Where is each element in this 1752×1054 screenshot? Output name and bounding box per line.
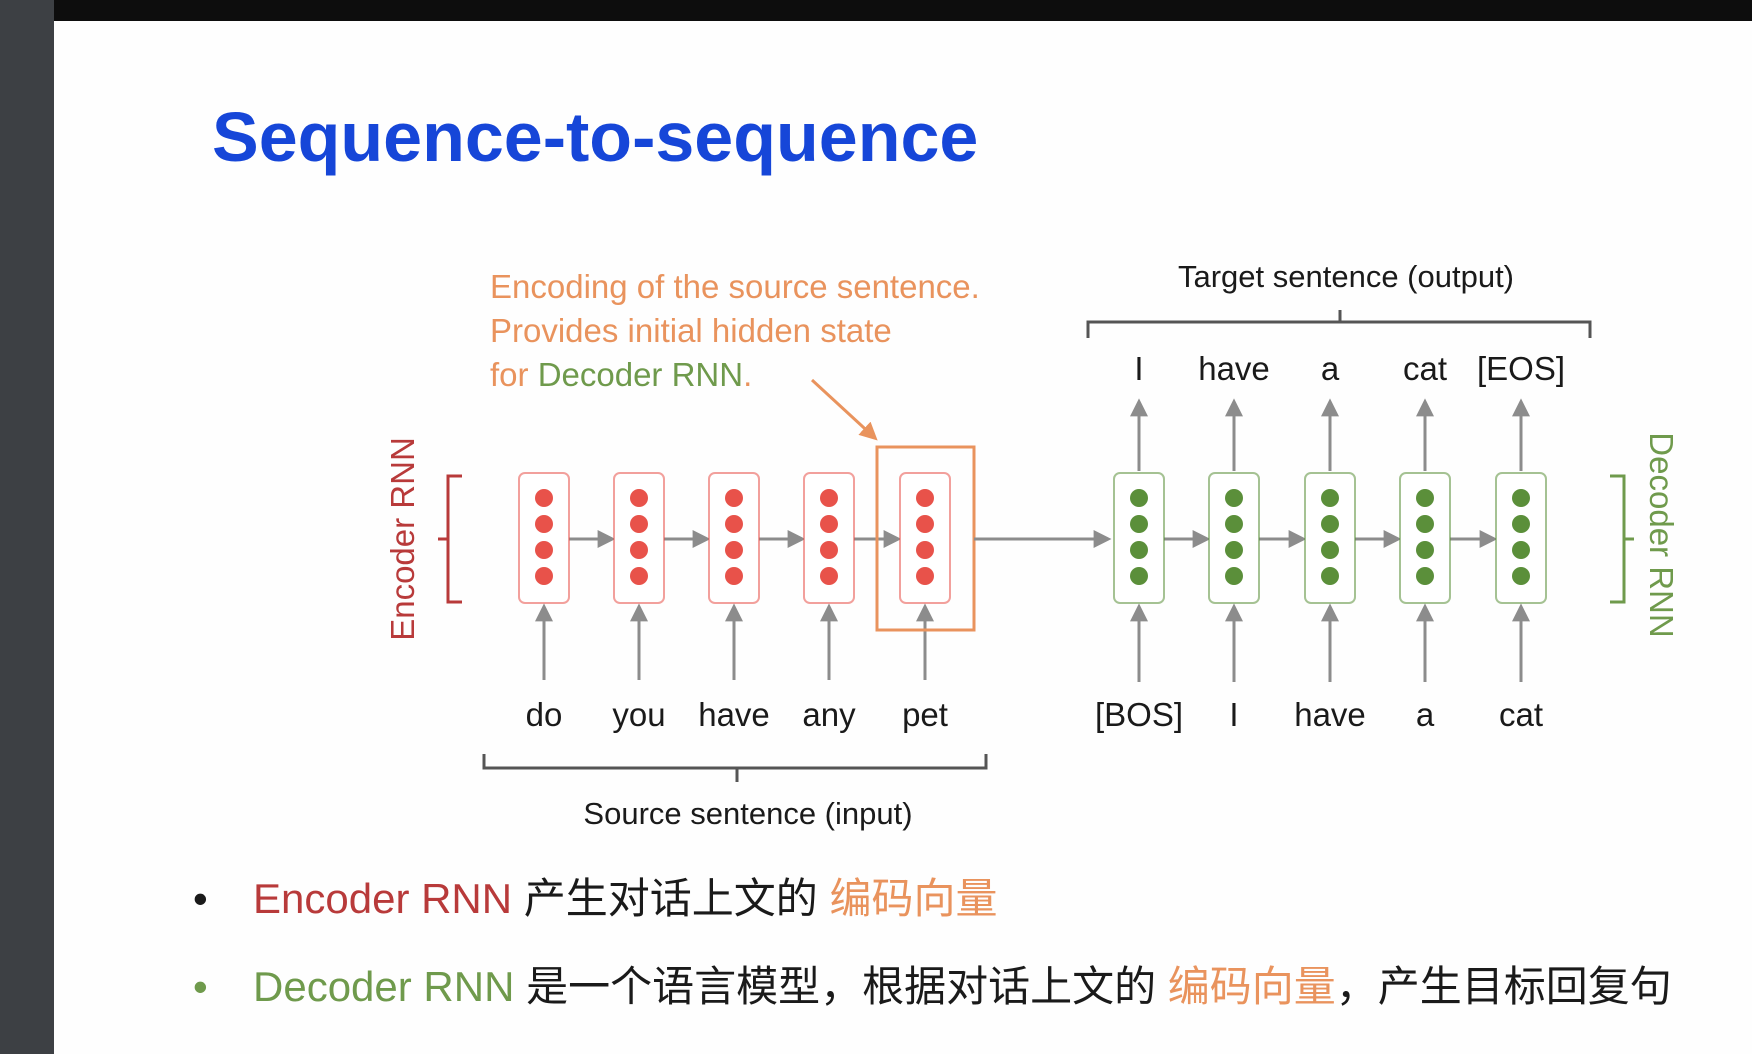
annotation-line-3-prefix: for [490, 356, 538, 393]
decoder-output-word: I [1134, 350, 1143, 387]
decoder-output-word: have [1198, 350, 1270, 387]
encoder-neuron [916, 541, 934, 559]
decoder-neuron [1321, 515, 1339, 533]
decoder-neuron [1225, 515, 1243, 533]
decoder-neuron [1512, 489, 1530, 507]
decoder-neuron [1512, 515, 1530, 533]
annotation-pointer-arrow [810, 378, 878, 441]
decoder-bracket [1610, 474, 1634, 604]
source-word: pet [902, 696, 948, 733]
encoder-bracket [438, 474, 462, 604]
bullet-decoder: • Decoder RNN 是一个语言模型，根据对话上文的 编码向量，产生目标回复… [193, 966, 1672, 1008]
bullet-encoder: • Encoder RNN 产生对话上文的 编码向量 [193, 878, 997, 920]
target-sentence-brace [1086, 310, 1592, 338]
decoder-neuron [1130, 541, 1148, 559]
decoder-neuron [1225, 541, 1243, 559]
encoder-neuron [916, 567, 934, 585]
decoder-label: Decoder RNN [1643, 432, 1680, 637]
annotation-line-3-suffix: . [743, 356, 752, 393]
decoder-neuron [1512, 567, 1530, 585]
decoder-output-word: cat [1403, 350, 1447, 387]
bullet-encoder-text: 产生对话上文的 [512, 875, 830, 922]
encoder-neuron [916, 489, 934, 507]
decoder-neuron [1130, 489, 1148, 507]
annotation-line-3: for Decoder RNN. [490, 356, 752, 393]
encoder-label: Encoder RNN [384, 437, 421, 641]
bullet-encoder-term: Encoder RNN [253, 875, 513, 922]
encoder-neuron [725, 541, 743, 559]
decoder-neuron [1130, 515, 1148, 533]
decoder-input-word: I [1229, 696, 1238, 733]
target-sentence-label: Target sentence (output) [1178, 259, 1514, 294]
source-word: any [802, 696, 856, 733]
encoder-neuron [820, 541, 838, 559]
encoder-neuron [535, 567, 553, 585]
decoder-neuron [1321, 489, 1339, 507]
decoder-neuron [1416, 489, 1434, 507]
encoder-neuron [535, 541, 553, 559]
bullet-encoder-highlight: 编码向量 [829, 875, 998, 922]
bullet-dot: • [193, 875, 208, 922]
decoder-input-word: [BOS] [1095, 696, 1183, 733]
bullet-decoder-term: Decoder RNN [253, 963, 515, 1010]
encoder-neuron [725, 489, 743, 507]
decoder-neuron [1225, 567, 1243, 585]
annotation-line-1: Encoding of the source sentence. [490, 268, 980, 305]
bullet-decoder-highlight: 编码向量 [1167, 963, 1336, 1010]
decoder-neuron [1225, 489, 1243, 507]
decoder-neuron [1416, 515, 1434, 533]
source-word: do [526, 696, 563, 733]
encoder-neuron [535, 489, 553, 507]
source-word: you [612, 696, 665, 733]
source-sentence-brace [482, 754, 988, 782]
decoder-input-words: [BOS] Ihave a cat [1095, 696, 1543, 733]
encoder-neuron [820, 515, 838, 533]
encoder-neuron [630, 489, 648, 507]
decoder-neuron [1321, 567, 1339, 585]
encoder-neuron [725, 515, 743, 533]
annotation-line-2: Provides initial hidden state [490, 312, 892, 349]
decoder-neuron [1512, 541, 1530, 559]
source-word: have [698, 696, 770, 733]
encoder-neuron [725, 567, 743, 585]
bullet-decoder-text-end: ，产生目标回复句 [1335, 963, 1672, 1010]
source-words: do you have any pet [526, 696, 948, 733]
decoder-input-word: cat [1499, 696, 1543, 733]
decoder-neuron [1321, 541, 1339, 559]
decoder-neuron [1416, 567, 1434, 585]
decoder-output-words: Ihave a cat [EOS] [1134, 350, 1565, 387]
decoder-input-word: have [1294, 696, 1366, 733]
encoder-neuron [535, 515, 553, 533]
encoder-neuron [916, 515, 934, 533]
decoder-input-word: a [1416, 696, 1435, 733]
bullet-decoder-text: 是一个语言模型，根据对话上文的 [514, 963, 1168, 1010]
annotation-decoder-term: Decoder RNN [538, 356, 743, 393]
decoder-output-word: a [1321, 350, 1340, 387]
source-sentence-label: Source sentence (input) [583, 796, 912, 831]
encoder-neuron [630, 541, 648, 559]
encoder-neuron [820, 489, 838, 507]
decoder-neuron [1416, 541, 1434, 559]
decoder-neuron [1130, 567, 1148, 585]
encoder-neuron [820, 567, 838, 585]
encoder-neuron [630, 515, 648, 533]
decoder-output-word: [EOS] [1477, 350, 1565, 387]
encoder-neuron [630, 567, 648, 585]
bullet-dot: • [193, 963, 208, 1010]
